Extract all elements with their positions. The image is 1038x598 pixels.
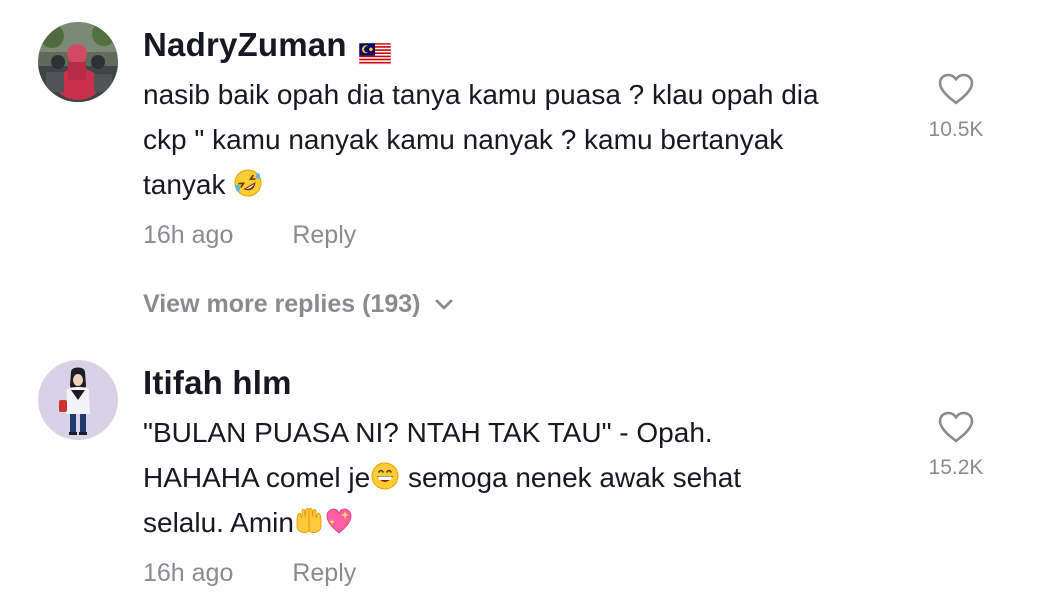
comment-line: nasib baik opah dia tanya kamu puasa ? k… xyxy=(143,79,819,110)
timestamp: 16h ago xyxy=(143,221,234,249)
comment-line: HAHAHA comel je semoga nenek awak sehat xyxy=(143,455,913,500)
timestamp: 16h ago xyxy=(143,559,234,587)
comment-line-text: HAHAHA comel je xyxy=(143,462,371,493)
reply-button[interactable]: Reply xyxy=(292,559,356,587)
reply-button[interactable]: Reply xyxy=(292,221,356,249)
like-button[interactable]: 10.5K xyxy=(920,72,992,142)
sparkling-heart-emoji xyxy=(324,504,354,534)
view-more-replies-label[interactable]: View more replies (193) xyxy=(143,290,420,319)
comment-line-text: selalu. Amin xyxy=(143,507,294,538)
comment-line: "BULAN PUASA NI? NTAH TAK TAU" - Opah. xyxy=(143,417,713,448)
comment-meta: 16h ago Reply xyxy=(143,221,356,250)
comment-meta: 16h ago Reply xyxy=(143,559,356,588)
comment-item: Itifah hlm "BULAN PUASA NI? NTAH TAK TAU… xyxy=(0,340,1038,598)
comment-line-text: tanyak xyxy=(143,169,226,200)
like-count: 15.2K xyxy=(928,456,984,479)
avatar[interactable] xyxy=(38,22,118,102)
avatar[interactable] xyxy=(38,360,118,440)
comment-line: tanyak xyxy=(143,162,913,207)
username-text[interactable]: NadryZuman xyxy=(143,26,347,64)
comment-item: NadryZuman nasib baik opah dia tanya kam… xyxy=(0,0,1038,280)
view-more-replies-button[interactable]: View more replies (193) xyxy=(143,290,454,319)
like-button[interactable]: 15.2K xyxy=(920,410,992,480)
chevron-down-icon[interactable] xyxy=(434,298,454,312)
grinning-face-emoji xyxy=(370,459,400,490)
like-count: 10.5K xyxy=(928,118,984,141)
username[interactable]: NadryZuman xyxy=(143,26,392,66)
comment-line: selalu. Amin xyxy=(143,500,913,545)
comment-text: "BULAN PUASA NI? NTAH TAK TAU" - Opah. H… xyxy=(143,410,913,545)
malaysia-flag-icon xyxy=(358,35,392,66)
comment-line-text: semoga nenek awak sehat xyxy=(407,462,742,493)
heart-outline-icon[interactable] xyxy=(920,410,992,444)
username[interactable]: Itifah hlm xyxy=(143,364,292,402)
raising-hands-emoji xyxy=(294,504,324,534)
comment-text: nasib baik opah dia tanya kamu puasa ? k… xyxy=(143,72,913,207)
heart-outline-icon[interactable] xyxy=(920,72,992,106)
comment-line: ckp " kamu nanyak kamu nanyak ? kamu ber… xyxy=(143,124,784,155)
rolling-on-floor-laughing-emoji xyxy=(233,166,263,197)
username-text[interactable]: Itifah hlm xyxy=(143,364,292,402)
